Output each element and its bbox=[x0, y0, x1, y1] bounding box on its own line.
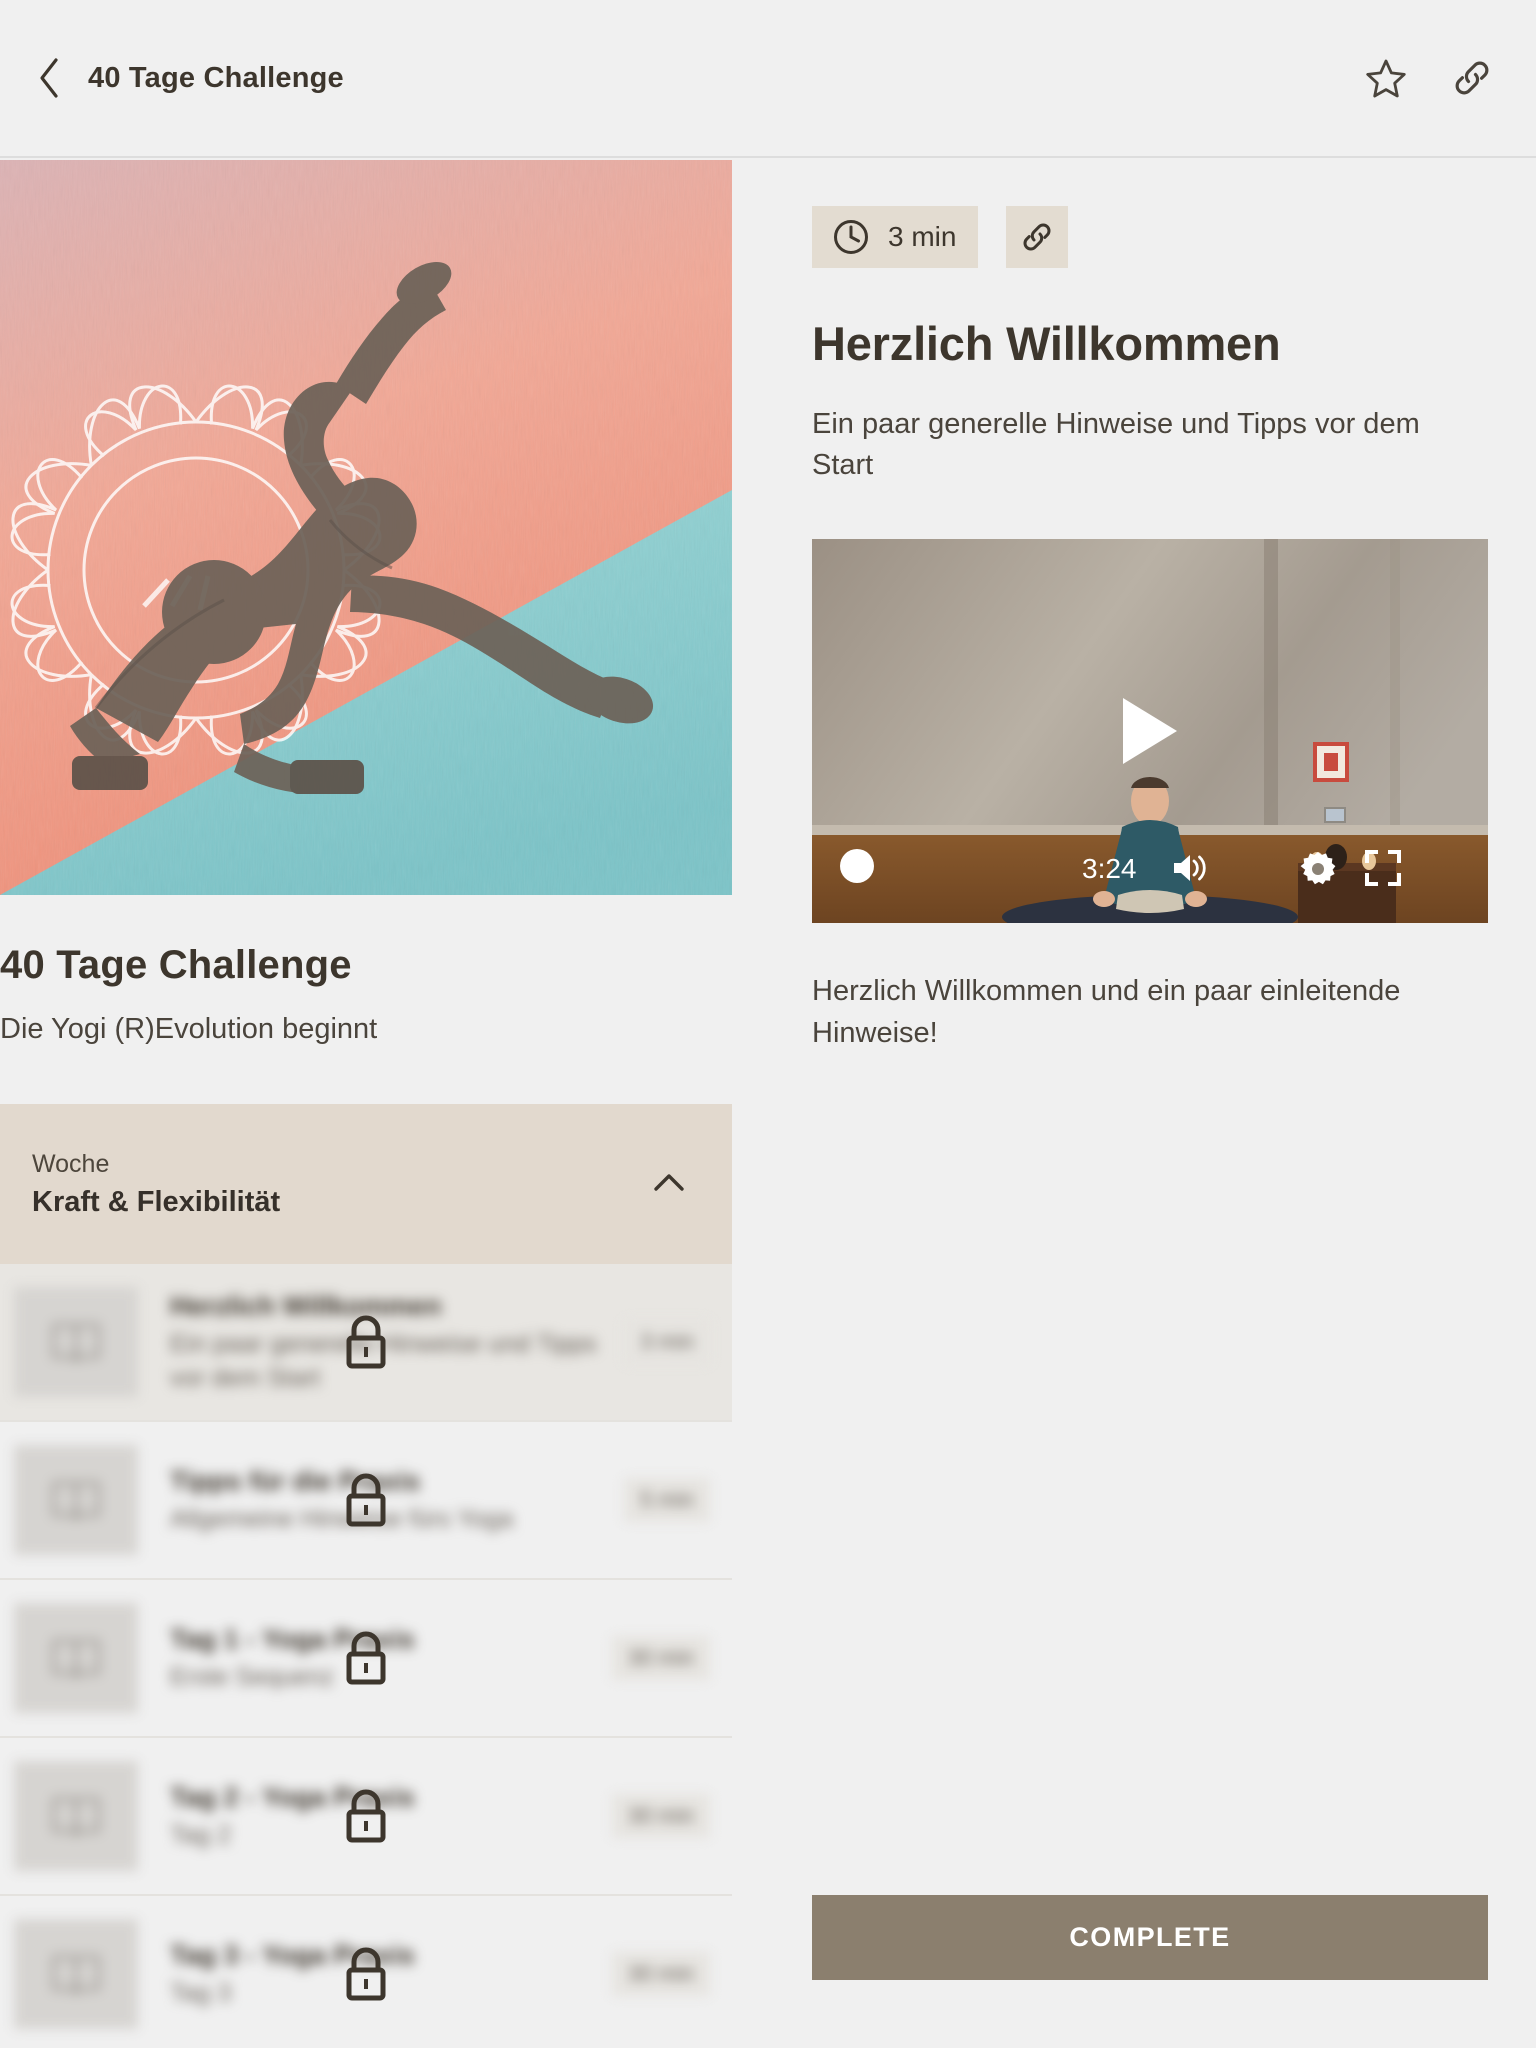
lesson-list: Herzlich Willkommen Ein paar generelle H… bbox=[0, 1264, 732, 2048]
header-left-group: 40 Tage Challenge bbox=[34, 56, 344, 100]
book-icon bbox=[14, 1445, 138, 1555]
chevron-up-icon[interactable] bbox=[648, 1163, 690, 1205]
lesson-duration: 30 min bbox=[611, 1636, 710, 1680]
lock-icon bbox=[340, 1628, 392, 1688]
lesson-detail-description: Ein paar generelle Hinweise und Tipps vo… bbox=[812, 408, 1420, 482]
book-icon bbox=[14, 1761, 138, 1871]
lesson-duration: 30 min bbox=[611, 1794, 710, 1838]
list-item[interactable]: Herzlich Willkommen Ein paar generelle H… bbox=[0, 1264, 732, 1420]
time-remaining: 3:24 bbox=[1082, 853, 1137, 885]
book-icon bbox=[14, 1287, 138, 1397]
list-item[interactable]: Tag 3 - Yoga Praxis Tag 3 30 min bbox=[0, 1896, 732, 2048]
lesson-duration: 30 min bbox=[611, 1952, 710, 1996]
gear-icon[interactable] bbox=[1298, 849, 1338, 889]
list-item[interactable]: Tipps für die Praxis Allgemeine Hinweise… bbox=[0, 1422, 732, 1578]
week-accordion-header[interactable]: Woche Kraft & Flexibilität bbox=[0, 1104, 732, 1264]
lesson-duration: 5 min bbox=[624, 1478, 710, 1522]
complete-button[interactable]: COMPLETE bbox=[812, 1895, 1488, 1980]
header-actions bbox=[1364, 56, 1494, 100]
video-player[interactable]: 3:24 bbox=[812, 539, 1488, 924]
week-title: Kraft & Flexibilität bbox=[32, 1186, 281, 1219]
volume-icon[interactable] bbox=[1170, 849, 1208, 887]
play-icon[interactable] bbox=[1123, 698, 1177, 765]
lesson-duration: 3 min bbox=[624, 1320, 710, 1364]
course-column: 40 Tage Challenge Die Yogi (R)Evolution … bbox=[0, 160, 732, 2048]
week-kicker: Woche bbox=[32, 1149, 110, 1178]
week-accordion-texts: Woche Kraft & Flexibilität bbox=[32, 1149, 648, 1219]
course-title: 40 Tage Challenge bbox=[0, 943, 352, 987]
book-icon bbox=[14, 1919, 138, 2029]
lesson-detail-column: 3 min Herzlich Willkommen Ein paar gener… bbox=[812, 160, 1488, 1054]
duration-badge: 3 min bbox=[812, 206, 979, 268]
app-header: 40 Tage Challenge bbox=[0, 0, 1536, 158]
fullscreen-icon[interactable] bbox=[1364, 849, 1402, 887]
progress-scrubber[interactable] bbox=[840, 849, 874, 884]
page-title: 40 Tage Challenge bbox=[88, 61, 344, 94]
book-icon bbox=[14, 1603, 138, 1713]
lesson-detail-title: Herzlich Willkommen bbox=[812, 317, 1281, 370]
lock-icon bbox=[340, 1786, 392, 1846]
course-hero-image bbox=[0, 160, 732, 895]
course-subtitle: Die Yogi (R)Evolution beginnt bbox=[0, 1013, 378, 1045]
player-controls: 3:24 bbox=[812, 813, 1488, 923]
duration-text: 3 min bbox=[888, 221, 957, 252]
clock-icon bbox=[832, 218, 870, 256]
lock-icon bbox=[340, 1470, 392, 1530]
copy-link-button[interactable] bbox=[1006, 206, 1069, 268]
page-content: 40 Tage Challenge Die Yogi (R)Evolution … bbox=[0, 160, 1536, 2048]
link-icon bbox=[1019, 219, 1055, 255]
link-icon[interactable] bbox=[1450, 56, 1494, 100]
list-item[interactable]: Tag 1 - Yoga Praxis Erste Sequenz 30 min bbox=[0, 1580, 732, 1736]
lesson-meta-badges: 3 min bbox=[812, 206, 1488, 268]
video-caption: Herzlich Willkommen und ein paar einleit… bbox=[812, 975, 1401, 1049]
star-icon[interactable] bbox=[1364, 56, 1408, 100]
chevron-left-icon[interactable] bbox=[34, 56, 64, 100]
list-item[interactable]: Tag 2 - Yoga Praxis Tag 2 30 min bbox=[0, 1738, 732, 1894]
lock-icon bbox=[340, 1944, 392, 2004]
lock-icon bbox=[340, 1312, 392, 1372]
